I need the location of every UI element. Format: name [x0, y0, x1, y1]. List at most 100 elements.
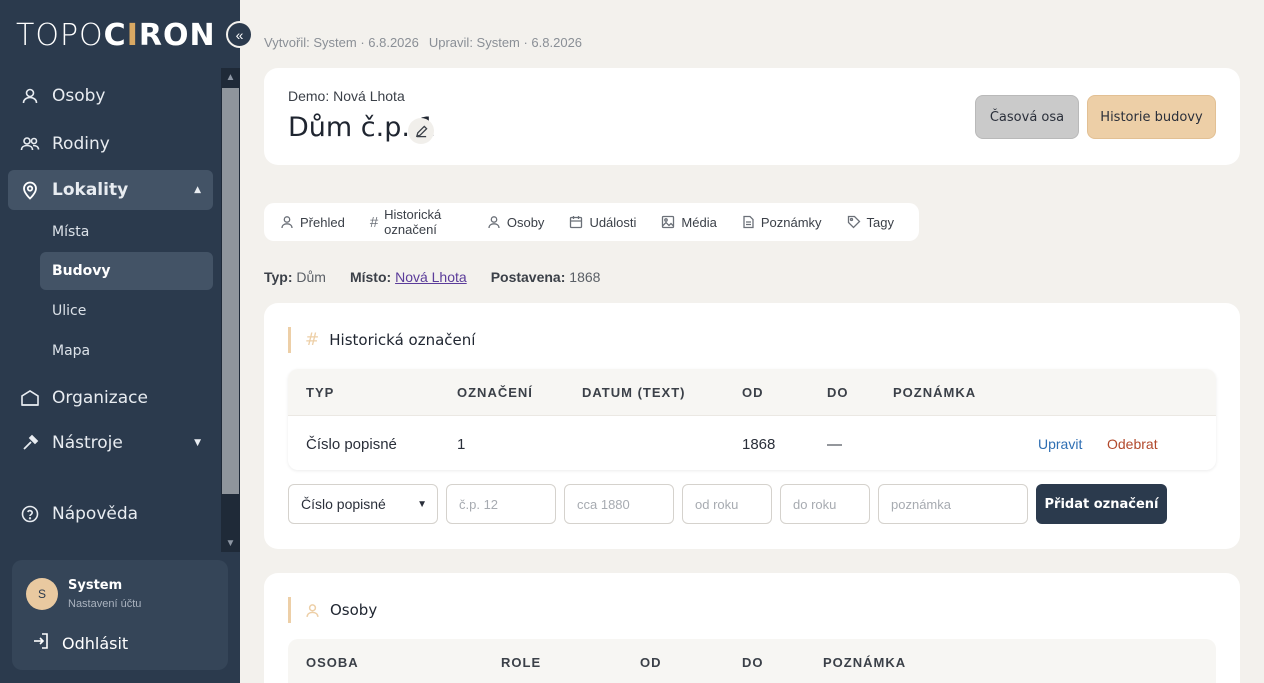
tab-media[interactable]: Média	[661, 214, 717, 230]
edit-link[interactable]: Upravit	[1038, 436, 1082, 452]
sidebar-subitem-budovy[interactable]: Budovy	[40, 252, 213, 290]
caret-down-icon: ▼	[194, 438, 201, 448]
sidebar-item-napoveda[interactable]: Nápověda	[8, 494, 213, 534]
user-card: S System Nastavení účtu Odhlásit	[12, 560, 228, 670]
info-built-label: Postavena:	[490, 269, 566, 285]
subitem-label: Mapa	[52, 343, 91, 359]
tab-osoby[interactable]: Osoby	[487, 215, 544, 230]
note-input[interactable]: poznámka	[878, 484, 1028, 524]
avatar[interactable]: S	[26, 578, 58, 610]
account-settings-link[interactable]: Nastavení účtu	[68, 598, 141, 610]
logout-button[interactable]: Odhlásit	[32, 632, 128, 654]
info-type-value: Dům	[296, 269, 326, 285]
edit-title-button[interactable]	[408, 118, 434, 144]
sidebar-item-rodiny[interactable]: Rodiny	[8, 124, 213, 164]
from-year-input[interactable]: od roku	[682, 484, 772, 524]
header-card: Demo: Nová Lhota Dům č.p. 1 Časová osa H…	[264, 68, 1240, 165]
collapse-sidebar-button[interactable]: «	[226, 21, 253, 48]
cell-to: —	[827, 436, 842, 453]
designations-table: TYP OZNAČENÍ DATUM (TEXT) OD DO POZNÁMKA…	[288, 369, 1216, 470]
app-logo[interactable]: TOPOCIRON	[16, 18, 216, 53]
record-meta: Vytvořil: System · 6.8.2026 Upravil: Syst…	[264, 35, 582, 50]
people-icon	[8, 135, 52, 153]
tab-historicka-oznaceni[interactable]: # Historická označení	[370, 207, 462, 237]
logout-icon	[32, 632, 50, 654]
sidebar-subitem-mista[interactable]: Místa	[40, 213, 213, 251]
person-icon	[306, 603, 319, 617]
info-type: Typ: Dům	[264, 269, 326, 285]
tag-icon	[847, 215, 860, 229]
to-year-input[interactable]: do roku	[780, 484, 870, 524]
timeline-button[interactable]: Časová osa	[975, 95, 1079, 139]
select-value: Číslo popisné	[301, 496, 386, 512]
tab-poznamky[interactable]: Poznámky	[742, 215, 822, 230]
place-link[interactable]: Nová Lhota	[395, 269, 467, 285]
column-header: OD	[742, 385, 764, 400]
image-icon	[662, 215, 675, 229]
info-built: Postavena: 1868	[491, 269, 601, 285]
subitem-label: Budovy	[52, 263, 111, 279]
subitem-label: Místa	[52, 224, 90, 240]
scrollbar-thumb[interactable]	[222, 88, 239, 494]
sidebar-item-lokality[interactable]: Lokality ▲	[8, 170, 213, 210]
building-history-button[interactable]: Historie budovy	[1087, 95, 1216, 139]
sidebar-item-osoby[interactable]: Osoby	[8, 76, 213, 116]
sidebar-subitem-ulice[interactable]: Ulice	[40, 292, 213, 330]
hash-icon: #	[369, 213, 379, 231]
scroll-up-arrow-icon[interactable]: ▲	[221, 68, 240, 86]
persons-table-header: OSOBA ROLE OD DO POZNÁMKA	[288, 639, 1216, 683]
hash-icon: #	[305, 330, 320, 350]
cell-from: 1868	[742, 436, 776, 453]
column-header: DO	[827, 385, 849, 400]
tab-label: Tagy	[866, 214, 894, 230]
sidebar-scrollbar[interactable]: ▲ ▼	[221, 68, 240, 552]
sidebar-subitem-mapa[interactable]: Mapa	[40, 332, 213, 370]
info-place: Místo: Nová Lhota	[350, 269, 467, 285]
help-icon	[8, 505, 52, 523]
remove-link[interactable]: Odebrat	[1107, 436, 1158, 452]
info-built-value: 1868	[569, 269, 601, 285]
designation-type-select[interactable]: Číslo popisné ▼	[288, 484, 438, 524]
tab-label: Média	[681, 214, 717, 230]
tab-label: Události	[589, 214, 637, 230]
person-icon	[8, 87, 52, 105]
building-info: Typ: Dům Místo: Nová Lhota Postavena: 18…	[264, 269, 600, 285]
double-chevron-left-icon: «	[235, 26, 244, 43]
pencil-icon	[415, 124, 428, 137]
column-header: OZNAČENÍ	[457, 385, 533, 400]
table-header: TYP OZNAČENÍ DATUM (TEXT) OD DO POZNÁMKA	[288, 369, 1216, 415]
breadcrumb[interactable]: Demo: Nová Lhota	[288, 88, 405, 104]
calendar-icon	[570, 216, 583, 229]
column-header: POZNÁMKA	[893, 385, 977, 400]
tab-prehled[interactable]: Přehled	[280, 215, 345, 230]
sidebar-item-label: Osoby	[52, 86, 106, 106]
tab-udalosti[interactable]: Události	[569, 215, 636, 230]
sidebar-item-organizace[interactable]: Organizace	[8, 378, 213, 418]
column-header: OD	[640, 655, 662, 670]
subitem-label: Ulice	[52, 303, 87, 319]
sidebar-item-nastroje[interactable]: Nástroje ▼	[8, 423, 213, 463]
add-designation-button[interactable]: Přidat označení	[1036, 484, 1167, 524]
building-icon	[8, 389, 52, 407]
info-type-label: Typ:	[264, 269, 293, 285]
cell-type: Číslo popisné	[306, 436, 397, 453]
sidebar: TOPOCIRON ▲ ▼ Osoby Rodiny Lokality ▲ Mí…	[0, 0, 240, 683]
date-text-input[interactable]: cca 1880	[564, 484, 674, 524]
created-by: Vytvořil: System · 6.8.2026	[264, 35, 419, 50]
column-header: TYP	[306, 385, 335, 400]
tab-label: Přehled	[300, 214, 345, 230]
column-header: OSOBA	[306, 655, 359, 670]
sidebar-item-label: Nástroje	[52, 433, 123, 453]
designation-label-input[interactable]: č.p. 12	[446, 484, 556, 524]
note-icon	[743, 215, 754, 229]
sidebar-item-label: Nápověda	[52, 504, 139, 524]
persons-section: Osoby OSOBA ROLE OD DO POZNÁMKA	[264, 573, 1240, 683]
scroll-down-arrow-icon[interactable]: ▼	[221, 534, 240, 552]
designations-section: # Historická označení TYP OZNAČENÍ DATUM…	[264, 303, 1240, 549]
section-title-text: Historická označení	[329, 331, 476, 349]
tab-label: Historická označení	[384, 207, 442, 237]
tab-tagy[interactable]: Tagy	[847, 215, 894, 230]
map-pin-icon	[8, 180, 52, 200]
user-name[interactable]: System	[68, 578, 122, 593]
tab-label: Poznámky	[760, 214, 822, 230]
